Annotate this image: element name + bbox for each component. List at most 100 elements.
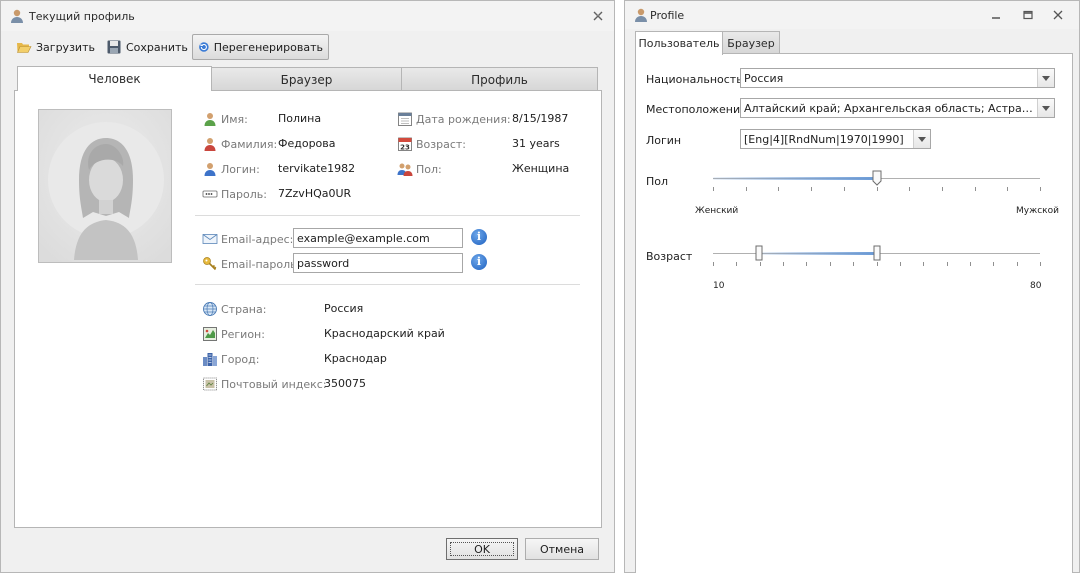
title-bar: Profile [625, 1, 1079, 29]
buildings-icon [203, 353, 217, 366]
email-password-input[interactable] [293, 253, 463, 273]
age-label: Возраст: [416, 137, 467, 151]
slider-tick [1007, 187, 1009, 191]
calendar-icon [398, 112, 412, 126]
password-value: 7ZzvHQa0UR [278, 187, 352, 200]
user-blue-icon [204, 163, 216, 176]
title-bar: Текущий профиль [1, 1, 614, 31]
profile-window: Profile Пользователь Браузер Национально… [624, 0, 1080, 573]
postage-stamp-icon [203, 377, 217, 391]
slider-tick [923, 262, 925, 266]
first-name-value: Полина [278, 112, 322, 125]
gender-users-icon [397, 163, 413, 176]
slider-tick [713, 187, 714, 191]
city-field: Город: [202, 351, 259, 367]
age-slider-label: Возраст [646, 250, 693, 263]
last-name-value: Федорова [278, 137, 336, 150]
user-icon [11, 9, 23, 23]
minimize-icon[interactable] [989, 8, 1003, 22]
sex-slider-max-label: Мужской [1016, 206, 1059, 216]
restore-icon[interactable] [1021, 8, 1035, 22]
login-label: Логин: [221, 162, 260, 176]
regenerate-button[interactable]: Перегенерировать [192, 34, 329, 60]
envelope-icon [202, 234, 218, 244]
globe-icon [203, 302, 217, 316]
email-password-label: Email-пароль: [221, 257, 301, 271]
city-label: Город: [221, 352, 260, 366]
slider-thumb-high[interactable] [873, 245, 881, 261]
slider-range-fill [758, 252, 877, 255]
city-value: Краснодар [324, 352, 387, 365]
slider-tick [876, 262, 878, 266]
login-label: Логин [646, 134, 682, 147]
birth-date-label: Дата рождения: [416, 112, 511, 126]
email-password-field: Email-пароль: [202, 256, 300, 272]
slider-tick [1040, 262, 1041, 266]
slider-tick [806, 262, 808, 266]
zip-field: Почтовый индекс: [202, 376, 327, 392]
chevron-down-icon[interactable] [1037, 69, 1054, 87]
password-dots-icon [202, 190, 218, 198]
sex-slider-label: Пол [646, 175, 669, 188]
location-select[interactable]: Алтайский край; Архангельская область; А… [740, 98, 1055, 118]
age-field: 23 Возраст: [397, 136, 466, 152]
slider-tick [876, 187, 878, 191]
main-tabs: Человек Браузер Профиль [17, 66, 599, 91]
email-address-input[interactable] [293, 228, 463, 248]
map-icon [203, 327, 217, 341]
tab-person[interactable]: Человек [17, 66, 212, 91]
separator [195, 284, 580, 285]
slider-thumb[interactable] [872, 170, 882, 186]
slider-tick [1040, 187, 1041, 191]
calendar-23-icon: 23 [398, 137, 412, 152]
folder-open-icon [17, 43, 32, 53]
birth-date-value: 8/15/1987 [512, 112, 569, 125]
load-button[interactable]: Загрузить [11, 34, 100, 60]
nationality-select[interactable]: Россия [740, 68, 1055, 88]
slider-tick [946, 262, 948, 266]
birth-date-field: Дата рождения: [397, 111, 511, 127]
last-name-label: Фамилия: [221, 137, 278, 151]
country-value: Россия [324, 302, 364, 315]
refresh-icon [199, 42, 209, 52]
nationality-value: Россия [744, 72, 784, 85]
tab-user[interactable]: Пользователь [635, 31, 723, 55]
slider-tick [713, 262, 714, 266]
tab-profile[interactable]: Профиль [401, 67, 598, 91]
zip-value: 350075 [324, 377, 366, 390]
save-button[interactable]: Сохранить [101, 34, 193, 60]
person-panel: Имя: Полина Фамилия: Федорова Логин: ter… [14, 90, 602, 528]
login-field: Логин: [202, 161, 260, 177]
age-value: 31 years [512, 137, 560, 150]
chevron-down-icon[interactable] [1037, 99, 1054, 117]
region-value: Краснодарский край [324, 327, 445, 340]
country-field: Страна: [202, 301, 266, 317]
age-slider-min-label: 10 [713, 281, 725, 291]
last-name-field: Фамилия: [202, 136, 277, 152]
info-icon[interactable]: i [471, 254, 487, 270]
info-icon[interactable]: i [471, 229, 487, 245]
sex-label: Пол: [416, 162, 442, 176]
close-icon[interactable] [591, 9, 605, 23]
password-label: Пароль: [221, 187, 267, 201]
region-field: Регион: [202, 326, 265, 342]
load-label: Загрузить [36, 40, 95, 54]
user-icon [635, 8, 647, 22]
sex-field: Пол: [397, 161, 442, 177]
location-label: Местоположение [646, 103, 747, 116]
location-value: Алтайский край; Архангельская область; А… [744, 102, 1034, 115]
slider-thumb-low[interactable] [755, 245, 763, 261]
chevron-down-icon[interactable] [913, 130, 930, 148]
tab-browser[interactable]: Браузер [211, 67, 402, 91]
nationality-label: Национальность [646, 73, 743, 86]
user-red-icon [204, 138, 216, 151]
save-label: Сохранить [126, 40, 188, 54]
close-icon[interactable] [1051, 8, 1065, 22]
age-slider-max-label: 80 [1030, 281, 1042, 291]
login-template-select[interactable]: [Eng|4][RndNum|1970|1990] [740, 129, 931, 149]
ok-button[interactable]: OK [446, 538, 518, 560]
slider-tick [736, 262, 738, 266]
tab-browser[interactable]: Браузер [722, 31, 780, 54]
cancel-button[interactable]: Отмена [525, 538, 599, 560]
slider-tick [778, 187, 780, 191]
